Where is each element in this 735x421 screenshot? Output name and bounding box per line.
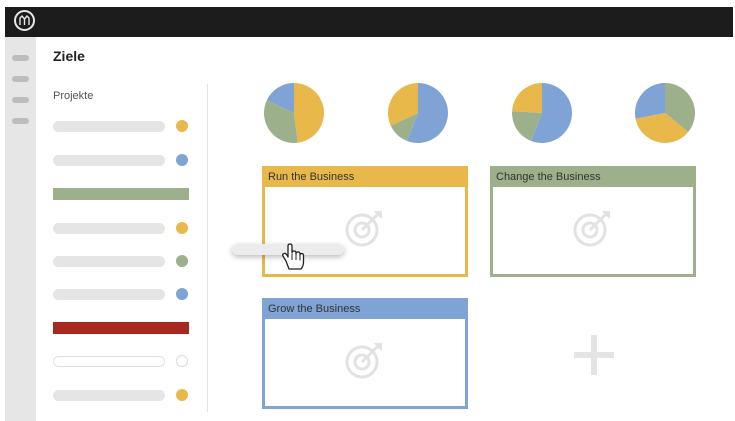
pie-slice bbox=[635, 83, 665, 119]
rail-menu-item[interactable] bbox=[12, 55, 29, 61]
top-bar bbox=[5, 7, 733, 37]
project-status-dot bbox=[176, 222, 188, 234]
project-status-dot bbox=[176, 120, 188, 132]
projects-heading: Projekte bbox=[53, 90, 94, 102]
project-row[interactable] bbox=[53, 121, 165, 132]
column-divider bbox=[207, 84, 208, 412]
project-row[interactable] bbox=[53, 256, 165, 267]
goal-card-grow[interactable]: Grow the Business bbox=[262, 298, 468, 409]
project-row[interactable] bbox=[53, 289, 165, 300]
project-row[interactable] bbox=[53, 223, 165, 234]
allocation-pie bbox=[635, 83, 695, 143]
project-row[interactable] bbox=[53, 390, 165, 401]
allocation-pie bbox=[388, 83, 448, 143]
hand-cursor-icon bbox=[280, 241, 306, 276]
target-icon[interactable] bbox=[344, 340, 388, 385]
project-status-dot bbox=[176, 288, 188, 300]
side-rail bbox=[5, 37, 36, 421]
project-status-dot bbox=[176, 389, 188, 401]
allocation-pie bbox=[264, 83, 325, 143]
goal-card-header: Run the Business bbox=[265, 169, 465, 187]
goal-card-header: Grow the Business bbox=[265, 301, 465, 319]
target-icon[interactable] bbox=[572, 208, 616, 253]
pie-slice bbox=[512, 83, 542, 113]
rail-menu-item[interactable] bbox=[12, 97, 29, 103]
goal-card-change[interactable]: Change the Business bbox=[490, 166, 696, 277]
target-icon[interactable] bbox=[344, 208, 388, 253]
project-row[interactable] bbox=[53, 356, 165, 367]
rail-menu-item[interactable] bbox=[12, 118, 29, 124]
plus-icon[interactable] bbox=[572, 333, 616, 382]
pie-slice bbox=[294, 83, 325, 143]
project-status-dot bbox=[176, 355, 188, 367]
page-title: Ziele bbox=[53, 48, 85, 64]
allocation-pie bbox=[512, 83, 572, 143]
project-status-dot bbox=[176, 154, 188, 166]
rail-menu-item[interactable] bbox=[12, 76, 29, 82]
project-status-dot bbox=[176, 255, 188, 267]
project-row-highlighted[interactable] bbox=[53, 322, 189, 334]
monogram-logo-icon[interactable] bbox=[14, 10, 35, 31]
project-row-highlighted[interactable] bbox=[53, 188, 189, 200]
project-row[interactable] bbox=[53, 155, 165, 166]
goal-card-header: Change the Business bbox=[493, 169, 693, 187]
